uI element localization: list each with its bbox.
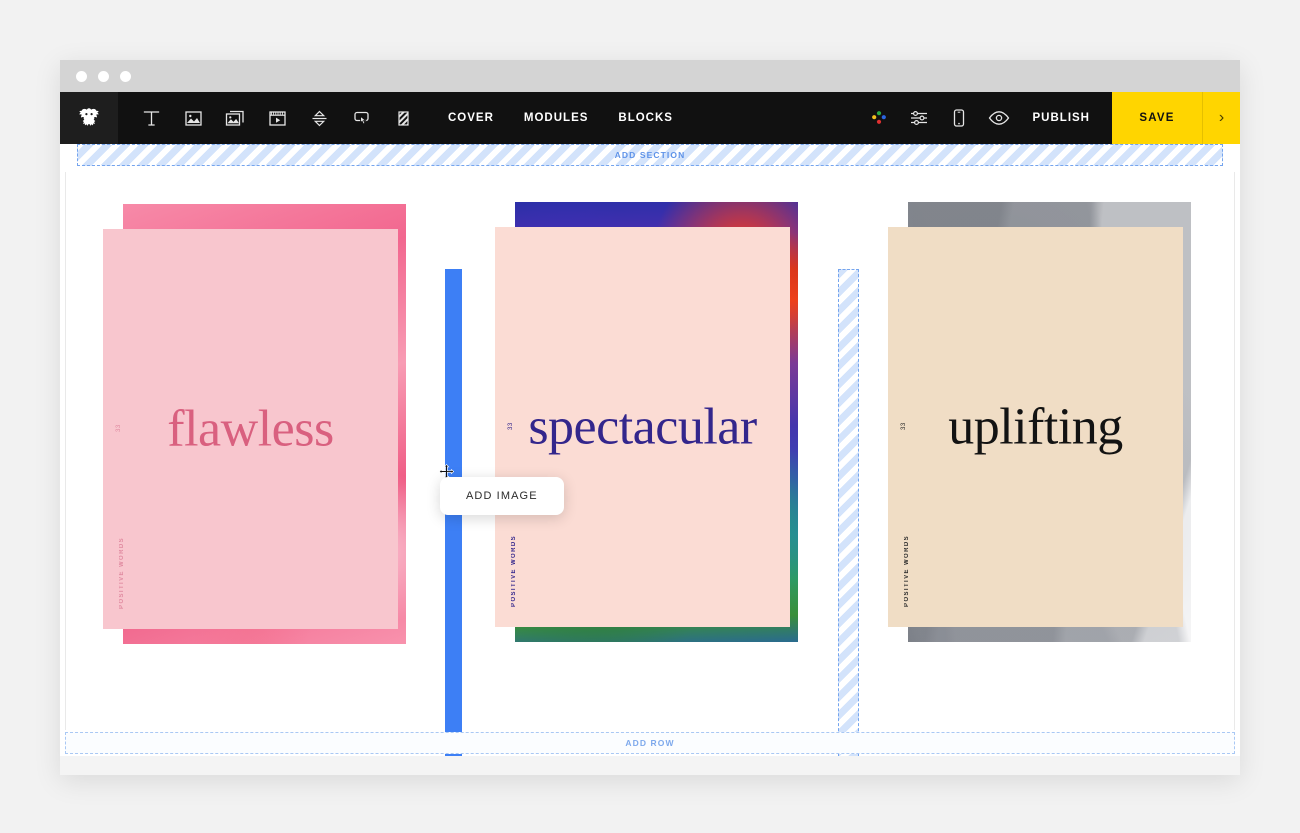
window-close-button[interactable] (76, 71, 87, 82)
app-logo[interactable] (60, 92, 118, 144)
card-word-spectacular: spectacular (528, 398, 756, 457)
menu-item-blocks[interactable]: BLOCKS (618, 112, 673, 124)
card-uplifting[interactable]: uplifting 33 POSITIVE WORDS (908, 202, 1191, 642)
color-palette-icon (870, 109, 888, 127)
spacer-icon (310, 109, 329, 128)
text-icon (142, 109, 161, 128)
gallery-tool-button[interactable] (214, 92, 256, 144)
image-tool-button[interactable] (172, 92, 214, 144)
eagle-logo-icon (76, 106, 102, 130)
save-options-button[interactable]: › (1202, 92, 1240, 144)
browser-window: COVER MODULES BLOCKS (60, 60, 1240, 775)
add-image-button[interactable]: ADD IMAGE (440, 477, 564, 515)
sliders-icon (909, 109, 929, 127)
menu-item-cover[interactable]: COVER (448, 112, 494, 124)
button-tool-button[interactable] (340, 92, 382, 144)
card-number-uplifting: 33 (901, 422, 907, 430)
editor-toolbar: COVER MODULES BLOCKS (60, 92, 1240, 144)
card-number-flawless: 33 (116, 424, 122, 432)
text-tool-button[interactable] (130, 92, 172, 144)
video-tool-button[interactable] (256, 92, 298, 144)
spacer-tool-button[interactable] (298, 92, 340, 144)
eagle-eye-left (85, 113, 87, 115)
card-vertical-label-flawless: POSITIVE WORDS (119, 537, 125, 609)
card-number-spectacular: 33 (508, 422, 514, 430)
window-minimize-button[interactable] (98, 71, 109, 82)
canvas-footer (60, 756, 1240, 775)
toolbar-right-actions: PUBLISH SAVE › (859, 92, 1240, 144)
mobile-preview-button[interactable] (939, 92, 979, 144)
video-icon (268, 109, 287, 128)
save-button[interactable]: SAVE (1112, 92, 1202, 144)
publish-button[interactable]: PUBLISH (1019, 112, 1112, 124)
card-panel-flawless: flawless 33 POSITIVE WORDS (103, 229, 398, 629)
gallery-icon (225, 109, 245, 128)
color-palette-button[interactable] (859, 92, 899, 144)
card-panel-uplifting: uplifting 33 POSITIVE WORDS (888, 227, 1183, 627)
toolbar-tools (118, 92, 424, 144)
toolbar-menu: COVER MODULES BLOCKS (448, 112, 673, 124)
card-panel-spectacular: spectacular 33 POSITIVE WORDS (495, 227, 790, 627)
button-icon (352, 109, 371, 128)
add-row-label: ADD ROW (625, 738, 674, 748)
eye-icon (988, 109, 1010, 127)
column-drag-bar[interactable] (445, 269, 462, 775)
card-vertical-label-spectacular: POSITIVE WORDS (511, 535, 517, 607)
window-maximize-button[interactable] (120, 71, 131, 82)
card-word-flawless: flawless (167, 400, 333, 459)
divider-icon (394, 109, 413, 128)
card-spectacular[interactable]: spectacular 33 POSITIVE WORDS (515, 202, 798, 642)
eagle-eye-right (91, 113, 93, 115)
card-vertical-label-uplifting: POSITIVE WORDS (904, 535, 910, 607)
card-flawless[interactable]: flawless 33 POSITIVE WORDS (123, 204, 406, 644)
image-icon (184, 109, 203, 128)
mobile-icon (951, 108, 967, 128)
divider-tool-button[interactable] (382, 92, 424, 144)
menu-item-modules[interactable]: MODULES (524, 112, 589, 124)
card-word-uplifting: uplifting (948, 398, 1123, 457)
settings-button[interactable] (899, 92, 939, 144)
preview-button[interactable] (979, 92, 1019, 144)
add-section-label: ADD SECTION (615, 150, 686, 160)
column-drop-zone[interactable] (838, 269, 859, 775)
add-row-bar[interactable]: ADD ROW (65, 732, 1235, 754)
add-section-bar[interactable]: ADD SECTION (77, 144, 1223, 166)
window-titlebar (60, 60, 1240, 92)
editor-canvas: ADD SECTION flawless 33 POSITIVE WORDS s… (60, 144, 1240, 775)
